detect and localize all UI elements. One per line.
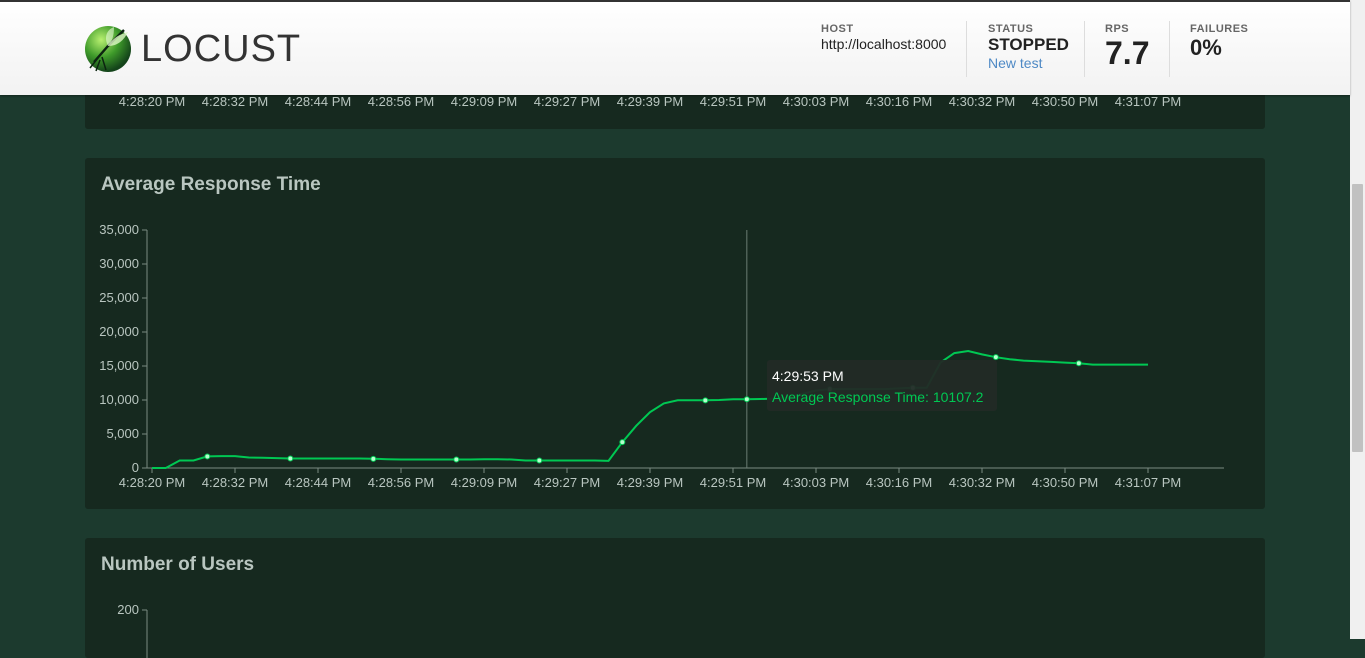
status-stat: STATUS STOPPED New test [988,22,1069,72]
failures-stat: FAILURES 0% [1190,22,1248,60]
users-chart[interactable]: 200 [85,538,1265,658]
host-value: http://localhost:8000 [821,36,947,52]
y-tick-label: 0 [132,460,139,475]
x-tick-label: 4:29:39 PM [617,475,684,490]
scrollbar-thumb[interactable] [1352,184,1363,452]
x-tick-label: 4:29:09 PM [451,94,518,109]
x-tick-label: 4:31:07 PM [1115,475,1182,490]
host-stat: HOST http://localhost:8000 [821,22,946,52]
data-point [992,354,999,361]
new-test-link[interactable]: New test [988,54,1069,72]
status-label: STATUS [988,23,1034,35]
data-point [702,397,709,404]
x-tick-label: 4:30:16 PM [866,475,933,490]
x-tick-label: 4:28:20 PM [119,475,186,490]
y-tick-label: 20,000 [99,324,139,339]
header-bar: LOCUST HOST http://localhost:8000 STATUS… [0,0,1350,95]
response-time-chart[interactable]: 0 5,000 10,000 15,000 20,000 25,000 30,000 35,0… [85,158,1265,509]
x-tick-label: 4:29:27 PM [534,475,601,490]
rps-stat: RPS 7.7 [1105,22,1149,70]
x-tick-label: 4:30:03 PM [783,475,850,490]
x-tick-label: 4:29:51 PM [700,475,767,490]
data-point [619,439,626,446]
data-point [536,457,543,464]
series-line [152,349,1148,469]
x-tick-label: 4:28:32 PM [202,94,269,109]
divider [1169,21,1170,77]
locust-logo-icon [85,26,131,72]
y-tick-label: 25,000 [99,290,139,305]
x-tick-label: 4:30:50 PM [1032,94,1099,109]
x-tick-label: 4:28:32 PM [202,475,269,490]
y-tick-label: 5,000 [106,426,139,441]
data-point [287,455,294,462]
rps-label: RPS [1105,23,1130,35]
x-tick-label: 4:30:32 PM [949,475,1016,490]
y-tick-label: 10,000 [99,392,139,407]
data-point [204,453,211,460]
data-point [743,396,750,403]
y-tick-label: 30,000 [99,256,139,271]
host-label: HOST [821,23,854,35]
x-tick-label: 4:29:27 PM [534,94,601,109]
y-tick-label: 15,000 [99,358,139,373]
divider [1084,21,1085,77]
x-tick-label: 4:29:39 PM [617,94,684,109]
x-tick-label: 4:28:56 PM [368,94,435,109]
x-tick-label: 4:28:56 PM [368,475,435,490]
logo-text: LOCUST [141,28,302,70]
failures-label: FAILURES [1190,23,1249,35]
tooltip: 4:29:53 PM Average Response Time: 10107.… [767,360,997,411]
tooltip-value: Average Response Time: 10107.2 [772,389,984,405]
status-value: STOPPED [988,35,1069,54]
x-tick-label: 4:30:03 PM [783,94,850,109]
x-tick-label: 4:30:16 PM [866,94,933,109]
failures-value: 0% [1190,35,1222,60]
x-tick-label: 4:29:09 PM [451,475,518,490]
rps-value: 7.7 [1105,35,1150,71]
x-tick-label: 4:28:44 PM [285,475,352,490]
x-tick-label: 4:30:50 PM [1032,475,1099,490]
data-point [370,455,377,462]
response-time-panel: Average Response Time 0 5,000 10,000 15,000… [85,158,1265,509]
y-tick-label: 200 [117,602,139,617]
divider [966,21,967,77]
x-tick-label: 4:29:51 PM [700,94,767,109]
x-tick-label: 4:30:32 PM [949,94,1016,109]
x-tick-label: 4:28:44 PM [285,94,352,109]
y-tick-label: 35,000 [99,222,139,237]
data-point [453,456,460,463]
tooltip-time: 4:29:53 PM [772,368,844,384]
users-panel: Number of Users 200 [85,538,1265,658]
x-tick-label: 4:31:07 PM [1115,94,1182,109]
x-tick-label: 4:28:20 PM [119,94,186,109]
data-point [1075,360,1082,367]
